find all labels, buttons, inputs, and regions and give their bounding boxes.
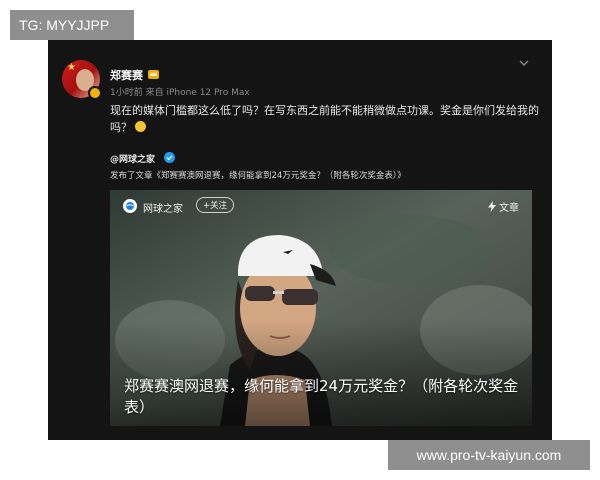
vip-badge-icon	[88, 86, 102, 100]
star-icon: ★	[67, 62, 76, 73]
article-source[interactable]: 网球之家	[143, 200, 183, 215]
article-card[interactable]: 网球之家 +关注 文章 郑赛赛澳网退赛，缘何能拿到24万元奖金？（附各轮次奖金表…	[110, 190, 532, 426]
watermark-top: TG: MYYJJPP	[10, 10, 134, 40]
lightning-icon	[488, 201, 496, 212]
article-tag: 文章	[488, 199, 519, 214]
crown-icon	[148, 70, 159, 79]
angry-emoji-icon	[135, 121, 146, 132]
tennis-home-logo-icon	[123, 199, 137, 213]
article-tag-label: 文章	[499, 203, 519, 214]
repost-author[interactable]: @网球之家	[110, 152, 155, 165]
repost-description: 发布了文章《郑赛赛澳网退赛，缘何能拿到24万元奖金？（附各轮次奖金表）》	[110, 171, 406, 181]
watermark-bottom: www.pro-tv-kaiyun.com	[388, 440, 590, 470]
post-text: 现在的媒体门槛都这么低了吗？在写东西之前能不能稍微做点功课。奖金是你们发给我的吗…	[110, 102, 540, 136]
post-meta: 1小时前 来自 iPhone 12 Pro Max	[110, 88, 250, 98]
verified-icon	[164, 152, 175, 163]
follow-button[interactable]: +关注	[196, 197, 234, 213]
chevron-down-icon[interactable]	[518, 58, 530, 68]
post-body: 现在的媒体门槛都这么低了吗？在写东西之前能不能稍微做点功课。奖金是你们发给我的吗…	[110, 104, 539, 134]
username[interactable]: 郑赛赛	[110, 67, 143, 83]
article-title[interactable]: 郑赛赛澳网退赛，缘何能拿到24万元奖金？（附各轮次奖金表）	[124, 376, 524, 418]
weibo-post: ★ 郑赛赛 1小时前 来自 iPhone 12 Pro Max 现在的媒体门槛都…	[48, 40, 552, 440]
